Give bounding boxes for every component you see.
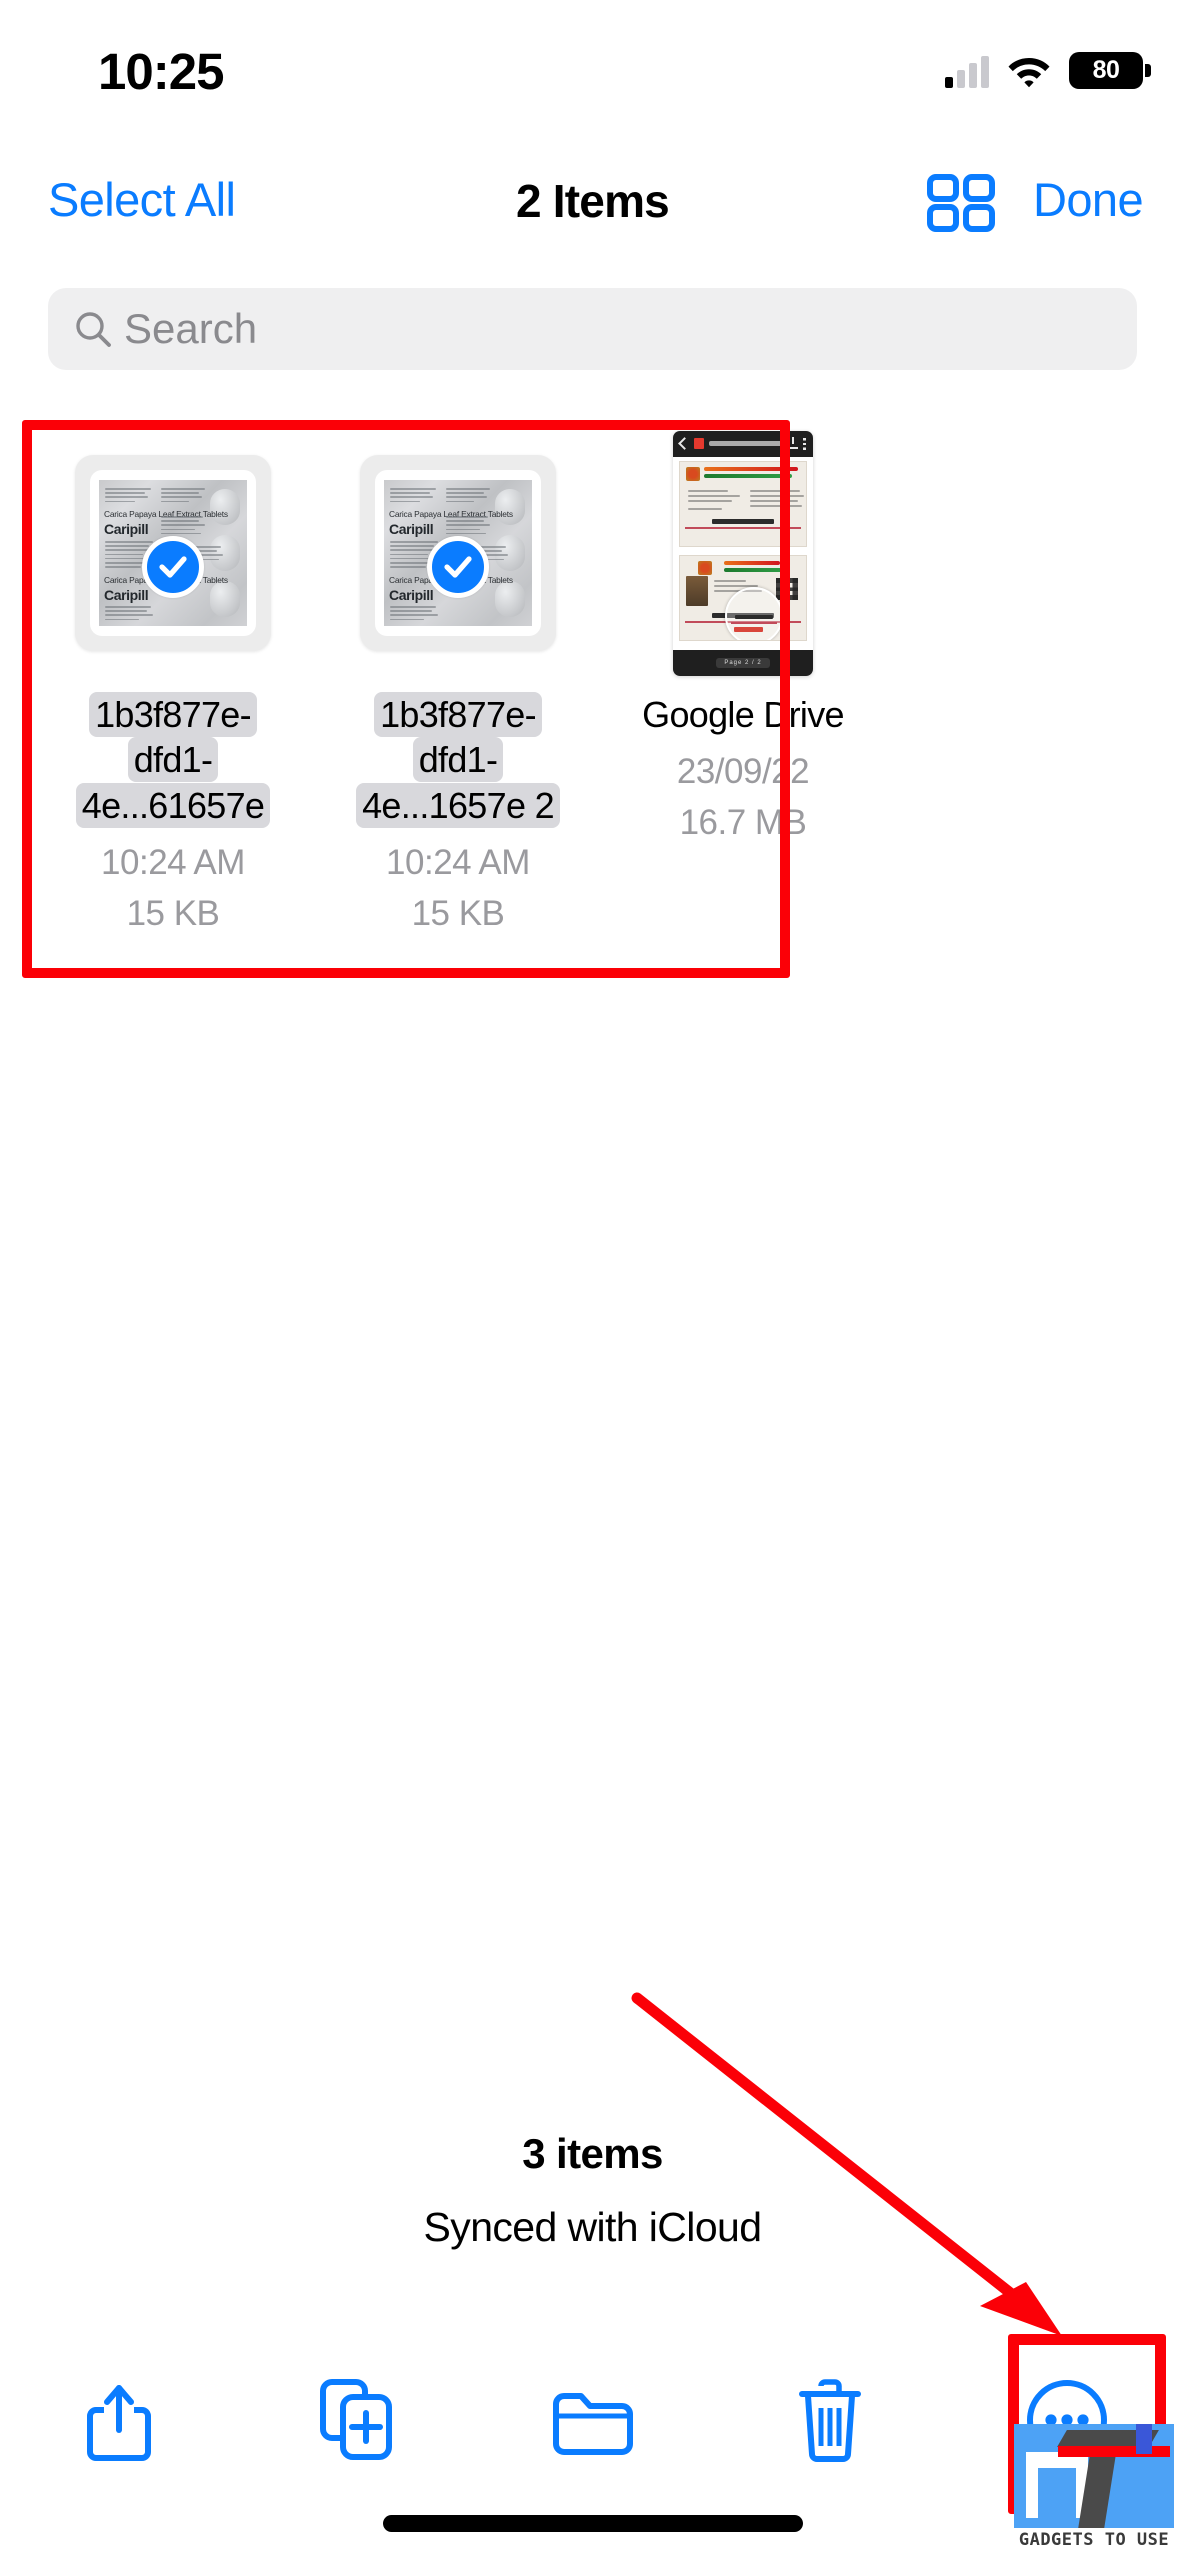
file-metadata: 10:24 AM 15 KB xyxy=(101,838,245,940)
header-band-2 xyxy=(704,473,792,478)
file-thumbnail[interactable]: Carica Papaya Leaf Extract Tablets Carip… xyxy=(58,428,288,678)
share-icon xyxy=(86,2385,151,2461)
selected-checkmark-icon xyxy=(427,535,489,598)
header-band-4 xyxy=(724,567,786,572)
delete-button[interactable] xyxy=(711,2350,948,2490)
pdf-viewer-topbar xyxy=(673,430,813,457)
thumbnail-brand-name: Caripill xyxy=(104,521,149,537)
file-size: 16.7 MB xyxy=(679,803,807,843)
file-thumbnail[interactable]: Page 2 / 2 xyxy=(628,428,858,678)
pdf-file-name xyxy=(709,441,784,446)
sync-status: Synced with iCloud xyxy=(423,2204,762,2250)
pill-packet-thumbnail: Carica Papaya Leaf Extract Tablets Carip… xyxy=(360,455,556,651)
page-title: 2 Items xyxy=(516,175,670,227)
file-thumbnail[interactable]: Carica Papaya Leaf Extract Tablets Carip… xyxy=(343,428,573,678)
duplicate-button[interactable] xyxy=(237,2350,474,2490)
file-item[interactable]: Page 2 / 2 Google Drive 23/09/22 16.7 MB xyxy=(618,428,868,940)
id-card-back xyxy=(679,554,807,641)
file-size: 15 KB xyxy=(126,893,220,933)
file-time: 10:24 AM xyxy=(101,843,245,883)
status-bar: 10:25 80 xyxy=(0,0,1185,118)
battery-icon: 80 xyxy=(1069,52,1151,89)
magnifier-overlay-icon xyxy=(725,587,784,640)
trash-icon xyxy=(798,2379,861,2462)
kebab-menu-icon xyxy=(803,437,806,450)
pdf-viewer-screenshot-thumbnail: Page 2 / 2 xyxy=(673,430,813,676)
emblem-icon xyxy=(686,466,700,481)
pdf-file-icon xyxy=(694,438,704,449)
file-item[interactable]: Carica Papaya Leaf Extract Tablets Carip… xyxy=(48,428,298,940)
folder-icon xyxy=(552,2393,633,2455)
pill-packet-thumbnail: Carica Papaya Leaf Extract Tablets Carip… xyxy=(75,455,271,651)
file-grid: Carica Papaya Leaf Extract Tablets Carip… xyxy=(0,428,1185,940)
id-card-front xyxy=(679,460,807,547)
wifi-icon xyxy=(1008,57,1050,87)
duplicate-icon xyxy=(319,2379,392,2460)
status-indicators: 80 xyxy=(945,52,1151,89)
home-indicator[interactable] xyxy=(382,2515,803,2532)
files-app-screen: 10:25 80 Select All 2 Items Done Search … xyxy=(0,0,1185,2560)
file-time: 10:24 AM xyxy=(386,843,530,883)
move-to-folder-button[interactable] xyxy=(474,2350,711,2490)
search-input[interactable] xyxy=(124,305,1111,353)
share-button[interactable] xyxy=(0,2350,237,2490)
status-time: 10:25 xyxy=(98,43,224,100)
done-button[interactable]: Done xyxy=(1033,172,1144,227)
file-item[interactable]: Carica Papaya Leaf Extract Tablets Carip… xyxy=(333,428,583,940)
file-name: 1b3f877e-dfd1-4e...61657e xyxy=(54,692,292,828)
divider-line xyxy=(685,526,801,529)
file-size: 15 KB xyxy=(411,893,505,933)
thumbnail-brand-name-2: Caripill xyxy=(389,587,434,603)
header-band-3 xyxy=(724,560,780,565)
back-arrow-icon xyxy=(678,437,691,450)
id-number xyxy=(712,518,774,524)
pdf-page-indicator: Page 2 / 2 xyxy=(673,649,813,676)
watermark-logo: GADGETS TO USE xyxy=(1014,2424,1174,2558)
footer-status: 3 items Synced with iCloud xyxy=(0,2130,1185,2251)
header-band xyxy=(704,466,798,471)
checkmark-icon xyxy=(159,556,187,578)
thumbnail-brand-name-2: Caripill xyxy=(104,587,149,603)
id-photo xyxy=(686,575,708,606)
file-time: 23/09/22 xyxy=(676,752,810,792)
watermark-text: GADGETS TO USE xyxy=(1018,2530,1170,2550)
navigation-bar: Select All 2 Items Done xyxy=(0,160,1185,255)
cellular-signal-icon xyxy=(945,54,989,88)
pdf-page-one xyxy=(673,456,813,551)
emblem-icon-2 xyxy=(698,560,712,575)
pdf-page-label: Page 2 / 2 xyxy=(716,657,770,668)
bottom-toolbar xyxy=(0,2350,1185,2490)
file-name: 1b3f877e-dfd1-4e...1657e 2 xyxy=(339,692,577,828)
file-name: Google Drive xyxy=(642,694,844,735)
battery-level: 80 xyxy=(1092,56,1120,84)
item-count: 3 items xyxy=(522,2130,663,2177)
grid-view-icon[interactable] xyxy=(927,174,995,232)
selected-checkmark-icon xyxy=(142,535,204,598)
search-icon xyxy=(76,312,111,347)
file-metadata: 10:24 AM 15 KB xyxy=(386,838,530,940)
qr-code xyxy=(776,577,798,600)
search-bar[interactable] xyxy=(48,288,1137,370)
checkmark-icon xyxy=(444,556,472,578)
download-icon xyxy=(789,436,798,449)
pdf-page-two xyxy=(673,550,813,645)
thumbnail-brand-name: Caripill xyxy=(389,521,434,537)
file-metadata: 23/09/22 16.7 MB xyxy=(676,747,810,849)
